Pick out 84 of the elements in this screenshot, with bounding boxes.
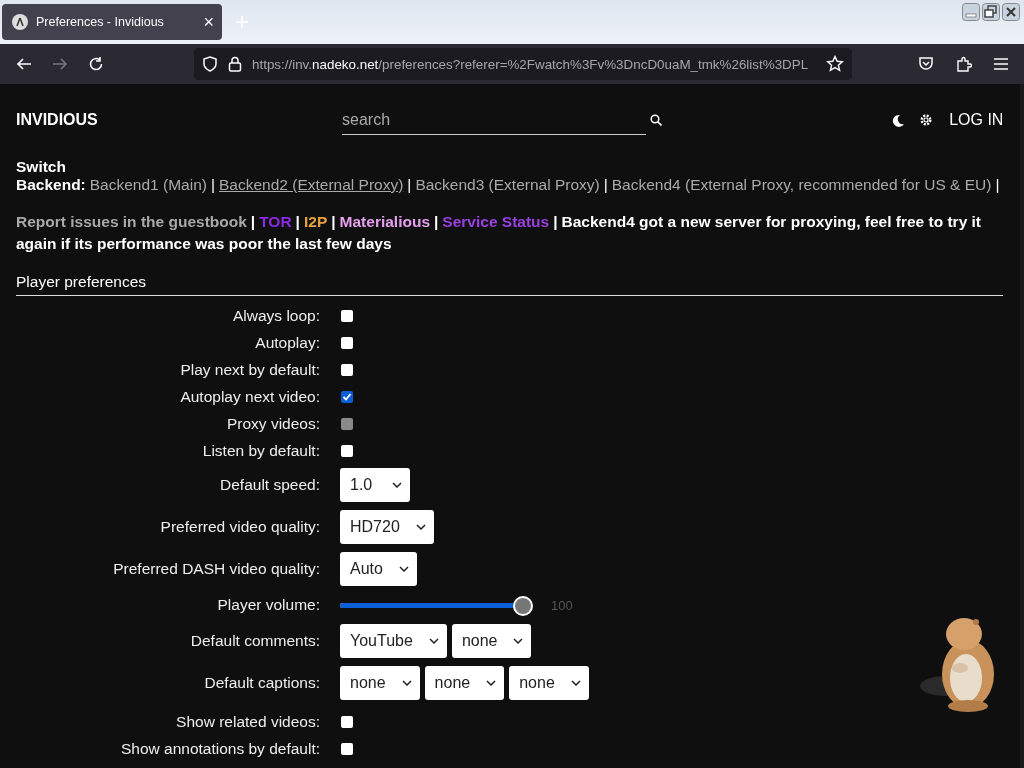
minimize-icon[interactable] xyxy=(962,3,980,21)
separator: | xyxy=(295,213,300,230)
url-text: https://inv.nadeko.net/preferences?referer=%2Fwatch%3Fv%3DncD0uaM_tmk%26list%3DPL xyxy=(252,56,810,72)
separator: | xyxy=(250,213,256,230)
separator: | xyxy=(995,176,1000,193)
login-link[interactable]: LOG IN xyxy=(949,111,1004,129)
setting-label: Listen by default: xyxy=(201,441,320,460)
setting-label: Autoplay: xyxy=(254,333,320,352)
notice-link[interactable]: Report issues in the guestbook xyxy=(16,213,247,230)
logo-icon xyxy=(12,14,28,30)
checkbox[interactable] xyxy=(341,309,353,322)
separator: | xyxy=(331,213,336,230)
forward-icon[interactable] xyxy=(52,56,68,72)
chevron-icon xyxy=(398,566,409,572)
chevron-icon xyxy=(392,482,402,488)
address-bar[interactable]: https://inv.nadeko.net/preferences?referer=%2Fwatch%3Fv%3DncD0uaM_tmk%26list%3DPL xyxy=(194,48,852,80)
restore-icon[interactable] xyxy=(982,3,1000,21)
chevron-icon xyxy=(570,680,581,686)
dropdown[interactable]: none xyxy=(340,666,420,700)
notice-link[interactable]: I2P xyxy=(303,213,328,230)
close-icon[interactable] xyxy=(1002,3,1020,21)
dropdown[interactable]: none xyxy=(424,666,505,700)
notice-message: again if its performance was poor the last few days xyxy=(16,234,393,254)
dropdown[interactable]: none xyxy=(451,624,532,658)
chevron-icon xyxy=(486,680,497,686)
chevron-icon xyxy=(401,680,412,686)
setting-label: Autoplay next video: xyxy=(179,387,320,406)
shield-icon[interactable] xyxy=(202,56,218,72)
checkbox[interactable] xyxy=(341,742,353,755)
backend-link[interactable]: Backend1 (Main) xyxy=(89,176,207,193)
chevron-icon xyxy=(415,524,426,530)
separator: | xyxy=(434,213,439,230)
pocket-icon[interactable] xyxy=(918,56,934,72)
switch-backend-label: Switch Backend: xyxy=(16,158,86,193)
moon-icon[interactable] xyxy=(892,113,906,127)
notice-link[interactable]: Service Status xyxy=(442,213,550,230)
search-field[interactable]: search xyxy=(342,105,646,135)
setting-label: Default speed: xyxy=(219,476,320,494)
chevron-icon xyxy=(513,638,524,644)
notice-message: Backend4 got a new server for proxying, feel free to try it xyxy=(561,213,982,230)
setting-label: Preferred video quality: xyxy=(159,518,320,536)
dropdown[interactable]: none xyxy=(509,666,589,700)
setting-label: Preferred DASH video quality: xyxy=(112,560,320,578)
close-icon[interactable]: × xyxy=(203,11,214,33)
volume-slider[interactable] xyxy=(340,595,532,615)
search-icon[interactable] xyxy=(650,114,662,126)
site-logo[interactable]: INVIDIOUS xyxy=(16,111,342,129)
backend-link[interactable]: Backend2 (External Proxy) xyxy=(219,176,404,193)
menu-icon[interactable] xyxy=(994,58,1008,70)
checkbox[interactable] xyxy=(341,444,353,457)
setting-label: Default comments: xyxy=(189,632,320,650)
dropdown[interactable]: 1.0 xyxy=(340,468,410,502)
setting-label: Proxy videos: xyxy=(225,414,320,433)
dropdown[interactable]: YouTube xyxy=(340,624,447,658)
setting-label: Always loop: xyxy=(232,306,320,325)
backend-link[interactable]: Backend4 (External Proxy, recommended for US & EU) xyxy=(611,176,992,193)
separator: | xyxy=(553,213,558,230)
checkbox[interactable] xyxy=(341,363,353,376)
dropdown[interactable]: HD720 xyxy=(340,510,434,544)
dropdown[interactable]: Auto xyxy=(340,552,417,586)
setting-label: Show related videos: xyxy=(175,712,320,731)
separator: | xyxy=(603,176,608,193)
reload-icon[interactable] xyxy=(88,56,104,72)
lock-icon[interactable] xyxy=(228,56,242,72)
star-icon[interactable] xyxy=(826,55,844,73)
checkbox[interactable] xyxy=(341,390,353,403)
notice-link[interactable]: Materialious xyxy=(339,213,430,230)
separator: | xyxy=(407,176,412,193)
separator: | xyxy=(210,176,215,193)
volume-value: 100 xyxy=(551,597,573,613)
setting-label: Default captions: xyxy=(203,674,320,692)
setting-label: Player volume: xyxy=(216,596,320,614)
setting-label: Show annotations by default: xyxy=(119,739,320,758)
tab-title: Preferences - Invidious xyxy=(36,15,165,29)
checkbox[interactable] xyxy=(341,715,353,728)
backend-link[interactable]: Backend3 (External Proxy) xyxy=(415,176,600,193)
back-icon[interactable] xyxy=(16,56,32,72)
browser-tab[interactable]: Preferences - Invidious × xyxy=(2,4,222,40)
chevron-icon xyxy=(428,638,439,644)
section-title: Player preferences xyxy=(16,273,1004,296)
settings-icon[interactable] xyxy=(919,113,934,127)
setting-label: Play next by default: xyxy=(179,360,320,379)
checkbox[interactable] xyxy=(341,336,353,349)
puzzle-icon[interactable] xyxy=(956,56,972,72)
